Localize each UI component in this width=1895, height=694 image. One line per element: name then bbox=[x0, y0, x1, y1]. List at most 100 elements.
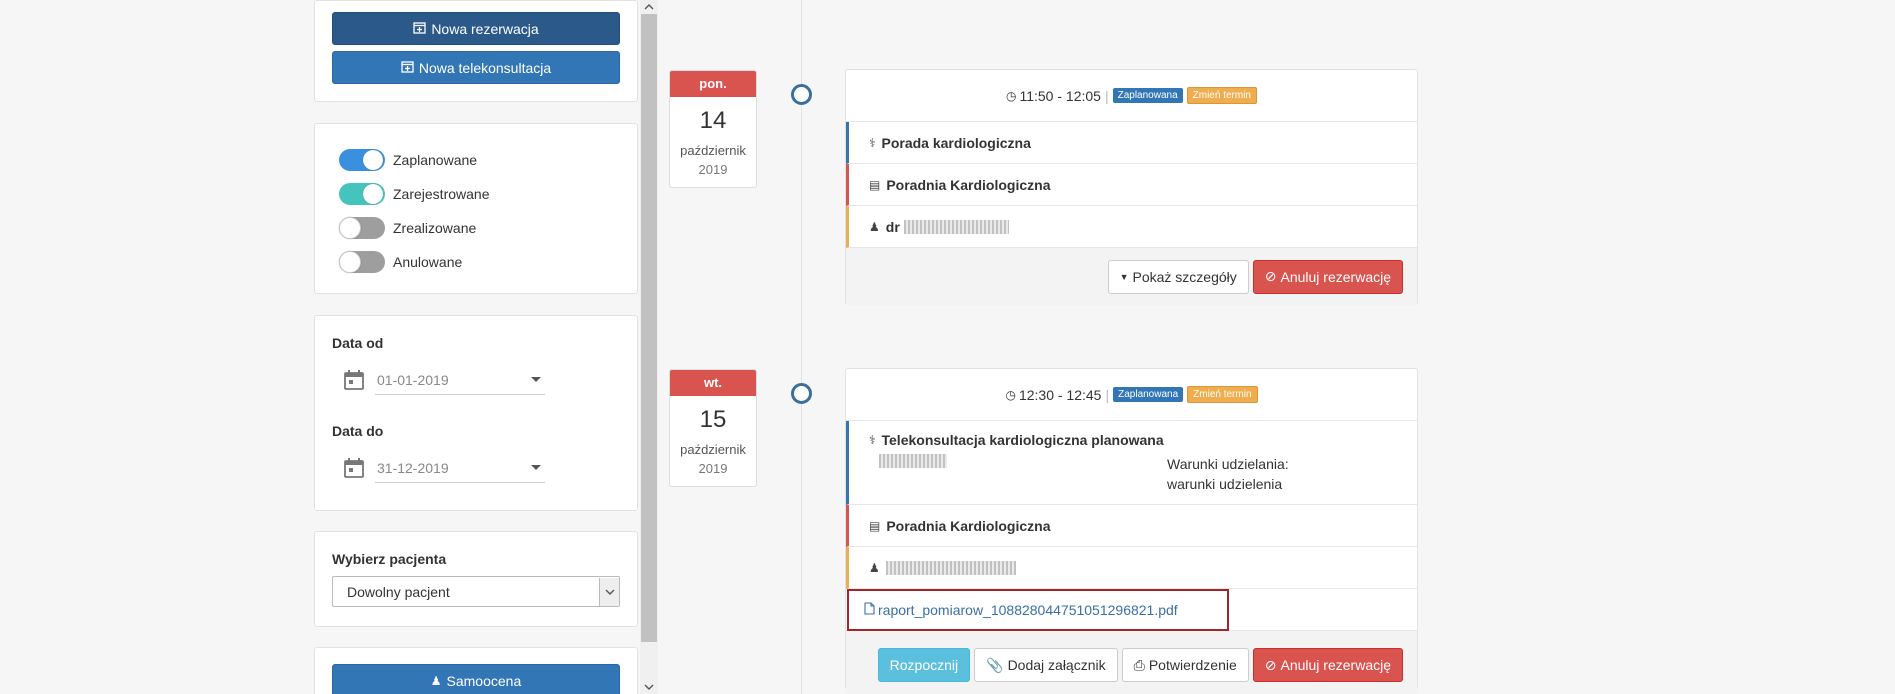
doctor-icon: ♟ bbox=[869, 219, 880, 234]
appointment-actions: ▼ Pokaż szczegóły ⊘ Anuluj rezerwację bbox=[846, 248, 1417, 305]
calendar-plus-icon bbox=[413, 21, 426, 37]
add-attachment-label: Dodaj załącznik bbox=[1007, 657, 1106, 673]
calendar-plus-icon bbox=[401, 60, 414, 76]
date-card: wt. 15 październik 2019 bbox=[669, 369, 757, 487]
stethoscope-icon: ⚕ bbox=[869, 135, 876, 150]
calendar-icon bbox=[344, 458, 364, 478]
user-icon: ♟ bbox=[430, 674, 442, 688]
self-assessment-button[interactable]: ♟ Samoocena bbox=[332, 664, 620, 694]
toggle-switch[interactable] bbox=[339, 217, 385, 239]
paperclip-icon: 📎 bbox=[986, 656, 1004, 673]
chevron-down-icon[interactable] bbox=[599, 577, 619, 606]
confirmation-label: Potwierdzenie bbox=[1148, 657, 1237, 673]
toggle-switch[interactable] bbox=[339, 149, 385, 171]
service-row: ⚕ Porada kardiologiczna bbox=[846, 122, 1417, 164]
conditions-label: Warunki udzielania: bbox=[1167, 455, 1289, 472]
scroll-up-arrow[interactable] bbox=[640, 0, 658, 14]
clinic-name: Poradnia Kardiologiczna bbox=[886, 517, 1051, 534]
self-assessment-label: Samoocena bbox=[446, 673, 522, 689]
show-details-label: Pokaż szczegóły bbox=[1132, 268, 1237, 285]
cancel-reservation-button[interactable]: ⊘ Anuluj rezerwację bbox=[1252, 259, 1403, 294]
date-to-value: 31-12-2019 bbox=[377, 459, 449, 476]
date-from-label: Data od bbox=[332, 335, 384, 351]
doctor-row: ♟ bbox=[846, 547, 1417, 589]
appointment-time: 12:30 - 12:45 bbox=[1018, 386, 1102, 403]
redacted-doctor-name bbox=[885, 560, 1016, 575]
change-date-badge[interactable]: Zmień termin bbox=[1187, 386, 1258, 403]
date-from-input[interactable]: 01-01-2019 bbox=[375, 365, 545, 395]
cancel-label: Anuluj rezerwację bbox=[1280, 268, 1392, 285]
date-to-field[interactable]: 31-12-2019 bbox=[343, 453, 545, 483]
filter-label: Zarejestrowane bbox=[393, 186, 490, 202]
filter-label: Zrealizowane bbox=[393, 220, 477, 236]
separator: | bbox=[1104, 87, 1109, 104]
appointment-card: ◷ 12:30 - 12:45 | Zaplanowana Zmień term… bbox=[845, 368, 1418, 694]
date-to-label: Data do bbox=[332, 423, 384, 439]
date-card: pon. 14 październik 2019 bbox=[669, 70, 757, 188]
appointment-card: ◷ 11:50 - 12:05 | Zaplanowana Zmień term… bbox=[845, 69, 1418, 305]
filter-zarejestrowane[interactable]: Zarejestrowane bbox=[339, 182, 490, 206]
toggle-switch[interactable] bbox=[339, 251, 385, 273]
status-badge: Zaplanowana bbox=[1112, 88, 1183, 103]
confirmation-button[interactable]: ⎙ Potwierdzenie bbox=[1121, 648, 1249, 682]
clinic-row: ▤ Poradnia Kardiologiczna bbox=[846, 505, 1417, 547]
new-teleconsult-button[interactable]: Nowa telekonsultacja bbox=[332, 51, 620, 84]
month-name: październik bbox=[680, 442, 746, 457]
day-of-week: wt. bbox=[670, 370, 756, 396]
doctor-prefix: dr bbox=[885, 218, 900, 235]
appointment-header: ◷ 12:30 - 12:45 | Zaplanowana Zmień term… bbox=[846, 369, 1417, 421]
scrollbar-thumb[interactable] bbox=[641, 14, 657, 642]
conditions-value: warunki udzielenia bbox=[1167, 475, 1283, 492]
day-number: 15 bbox=[699, 406, 727, 433]
timeline-dot bbox=[791, 84, 812, 105]
date-to-input[interactable]: 31-12-2019 bbox=[375, 453, 545, 483]
new-reservation-button[interactable]: Nowa rezerwacja bbox=[332, 12, 620, 45]
date-from-value: 01-01-2019 bbox=[377, 371, 449, 388]
cancel-reservation-button[interactable]: ⊘ Anuluj rezerwację bbox=[1252, 648, 1403, 682]
service-row: ⚕ Telekonsultacja kardiologiczna planowa… bbox=[846, 421, 1417, 505]
year: 2019 bbox=[698, 162, 728, 177]
clock-icon: ◷ bbox=[1005, 88, 1017, 103]
service-name: Telekonsultacja kardiologiczna planowana bbox=[881, 431, 1164, 448]
patient-select[interactable]: Dowolny pacjent bbox=[332, 576, 620, 607]
clock-icon: ◷ bbox=[1005, 387, 1016, 402]
month-name: październik bbox=[680, 143, 746, 158]
year: 2019 bbox=[698, 461, 728, 476]
change-date-badge[interactable]: Zmień termin bbox=[1186, 87, 1257, 104]
day-number: 14 bbox=[699, 107, 727, 134]
filter-anulowane[interactable]: Anulowane bbox=[339, 250, 462, 274]
clipboard-icon: ▤ bbox=[869, 177, 881, 192]
appointment-header: ◷ 11:50 - 12:05 | Zaplanowana Zmień term… bbox=[846, 70, 1417, 122]
clipboard-icon: ▤ bbox=[869, 518, 881, 533]
highlight-box bbox=[847, 589, 1229, 631]
toggle-switch[interactable] bbox=[339, 183, 385, 205]
doctor-icon: ♟ bbox=[869, 560, 880, 575]
day-of-week: pon. bbox=[670, 71, 756, 97]
print-icon: ⎙ bbox=[1133, 656, 1145, 673]
patient-select-value: Dowolny pacjent bbox=[347, 583, 450, 600]
status-badge: Zaplanowana bbox=[1113, 387, 1184, 402]
date-from-field[interactable]: 01-01-2019 bbox=[343, 365, 545, 395]
doctor-row: ♟ dr bbox=[846, 206, 1417, 248]
filter-zaplanowane[interactable]: Zaplanowane bbox=[339, 148, 477, 172]
patient-label: Wybierz pacjenta bbox=[332, 551, 447, 567]
chevron-down-icon[interactable] bbox=[531, 377, 541, 382]
start-button[interactable]: Rozpocznij bbox=[877, 648, 971, 682]
clinic-name: Poradnia Kardiologiczna bbox=[886, 176, 1051, 193]
service-name: Porada kardiologiczna bbox=[881, 134, 1031, 151]
appointment-time: 11:50 - 12:05 bbox=[1019, 87, 1101, 104]
chevron-down-icon[interactable] bbox=[531, 465, 541, 470]
redacted-doctor-name bbox=[903, 219, 1009, 234]
ban-icon: ⊘ bbox=[1264, 656, 1277, 673]
new-reservation-label: Nowa rezerwacja bbox=[431, 20, 539, 37]
add-attachment-button[interactable]: 📎 Dodaj załącznik bbox=[974, 648, 1118, 682]
caret-down-icon: ▼ bbox=[1119, 271, 1129, 282]
timeline-dot bbox=[791, 383, 812, 404]
calendar-icon bbox=[344, 370, 364, 390]
stethoscope-icon: ⚕ bbox=[869, 432, 876, 447]
filter-label: Anulowane bbox=[393, 254, 463, 270]
show-details-button[interactable]: ▼ Pokaż szczegóły bbox=[1107, 259, 1249, 294]
filter-label: Zaplanowane bbox=[393, 152, 478, 168]
scroll-down-arrow[interactable] bbox=[640, 680, 658, 694]
filter-zrealizowane[interactable]: Zrealizowane bbox=[339, 216, 476, 240]
